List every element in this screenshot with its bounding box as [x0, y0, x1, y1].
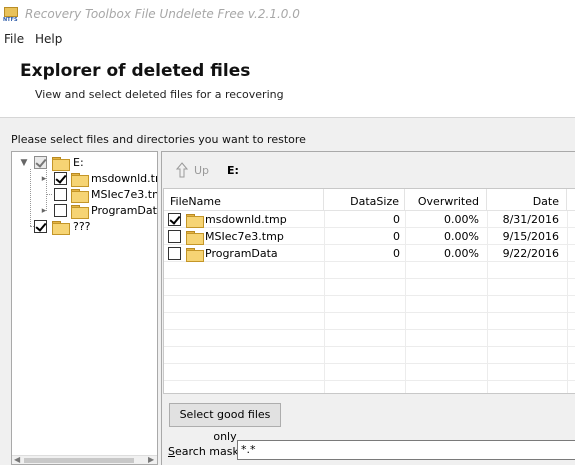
tree-item-label: ???	[73, 220, 91, 233]
search-mask-input[interactable]: *.*	[237, 440, 575, 460]
tree-item-label: msdownld.tmp	[91, 172, 157, 185]
folder-icon	[71, 205, 89, 219]
empty-row	[164, 330, 575, 347]
row-checkbox[interactable]	[168, 247, 181, 260]
folder-icon	[71, 189, 89, 203]
empty-row	[164, 296, 575, 313]
folder-icon	[186, 214, 204, 228]
file-table[interactable]: FileName DataSize Overwrited Date msdown…	[163, 188, 575, 394]
column-header-datasize[interactable]: DataSize	[324, 189, 405, 211]
ntfs-icon-caption: NTFS	[3, 17, 18, 23]
folder-icon	[186, 231, 204, 245]
file-name: msdownld.tmp	[205, 213, 287, 226]
tree-checkbox[interactable]	[34, 156, 47, 169]
up-arrow-icon	[176, 162, 188, 178]
tree-item-programdata[interactable]: ▸ ProgramData	[12, 203, 158, 219]
column-header-extra	[567, 189, 575, 211]
folder-icon	[52, 157, 70, 171]
scroll-left-icon[interactable]: ◀	[14, 455, 20, 464]
empty-row	[164, 262, 575, 279]
chevron-down-icon[interactable]: ▼	[19, 158, 29, 168]
file-overwrited: 0.00%	[444, 213, 479, 226]
folder-icon	[71, 173, 89, 187]
table-row[interactable]: MSIec7e3.tmp 0 0.00% 9/15/2016	[164, 228, 575, 245]
empty-row	[164, 279, 575, 296]
search-mask-label: Search mask:	[168, 445, 243, 458]
tree-item-msdownld[interactable]: ▸ msdownld.tmp	[12, 171, 157, 187]
empty-row	[164, 313, 575, 330]
file-name: MSIec7e3.tmp	[205, 230, 284, 243]
up-button[interactable]: Up	[174, 161, 214, 179]
title-bar: NTFS Recovery Toolbox File Undelete Free…	[0, 0, 575, 30]
window-title: Recovery Toolbox File Undelete Free v.2.…	[25, 7, 300, 21]
search-mask-label-text: earch mask:	[174, 445, 243, 458]
tree-item-unknown[interactable]: ???	[12, 219, 157, 235]
row-checkbox[interactable]	[168, 230, 181, 243]
tree-checkbox[interactable]	[54, 204, 67, 217]
menu-help[interactable]: Help	[35, 32, 62, 46]
tree-item-msiec7e3[interactable]: MSIec7e3.tmp	[12, 187, 157, 203]
page-title: Explorer of deleted files	[20, 61, 251, 81]
column-header-label: Date	[532, 195, 559, 208]
column-header-overwrited[interactable]: Overwrited	[405, 189, 487, 211]
row-checkbox[interactable]	[168, 213, 181, 226]
chevron-right-icon[interactable]: ▸	[39, 174, 49, 184]
file-size: 0	[393, 213, 400, 226]
empty-row	[164, 381, 575, 393]
scroll-right-icon[interactable]: ▶	[148, 455, 154, 464]
file-date: 9/22/2016	[502, 247, 559, 260]
navigation-toolbar: Up E:	[162, 152, 575, 188]
tree-item-e-drive[interactable]: ▼ E:	[12, 155, 157, 171]
table-row[interactable]: ProgramData 0 0.00% 9/22/2016	[164, 245, 575, 262]
folder-tree[interactable]: ▼ E: ▸ msdownld.tmp MSIec7e3.tmp ▸ Progr…	[11, 151, 158, 465]
tree-checkbox[interactable]	[54, 172, 67, 185]
table-row[interactable]: msdownld.tmp 0 0.00% 8/31/2016	[164, 211, 575, 228]
tree-item-label: E:	[73, 156, 84, 169]
instruction-text: Please select files and directories you …	[11, 133, 306, 146]
column-header-filename[interactable]: FileName	[164, 189, 324, 211]
scrollbar-thumb[interactable]	[24, 458, 134, 463]
column-header-label: FileName	[170, 195, 221, 208]
up-button-label: Up	[194, 164, 210, 177]
tree-horizontal-scrollbar[interactable]: ◀ ▶	[12, 455, 157, 464]
folder-icon	[52, 221, 70, 235]
tree-checkbox[interactable]	[34, 220, 47, 233]
column-header-label: Overwrited	[417, 195, 479, 208]
chevron-right-icon[interactable]: ▸	[39, 206, 49, 216]
select-good-files-button[interactable]: Select good files only	[169, 403, 281, 443]
file-overwrited: 0.00%	[444, 247, 479, 260]
file-date: 8/31/2016	[502, 213, 559, 226]
app-icon: NTFS	[3, 6, 20, 24]
file-overwrited: 0.00%	[444, 230, 479, 243]
header-panel: Explorer of deleted files View and selec…	[0, 48, 575, 118]
tree-item-label: ProgramData	[91, 204, 158, 217]
column-header-label: DataSize	[350, 195, 399, 208]
tree-checkbox[interactable]	[54, 188, 67, 201]
column-header-date[interactable]: Date	[487, 189, 567, 211]
empty-row	[164, 347, 575, 364]
file-list-pane: Up E: FileName DataSize Overwrited Date …	[161, 151, 575, 465]
tree-item-label: MSIec7e3.tmp	[91, 188, 157, 201]
search-mask-label-accelerator: S	[168, 445, 175, 458]
file-size: 0	[393, 247, 400, 260]
menu-file[interactable]: File	[4, 32, 24, 46]
folder-icon	[186, 248, 204, 262]
page-subtitle: View and select deleted files for a reco…	[35, 88, 284, 101]
menu-bar: File Help	[0, 30, 575, 48]
current-path: E:	[227, 164, 239, 177]
file-name: ProgramData	[205, 247, 278, 260]
file-date: 9/15/2016	[502, 230, 559, 243]
empty-row	[164, 364, 575, 381]
file-size: 0	[393, 230, 400, 243]
